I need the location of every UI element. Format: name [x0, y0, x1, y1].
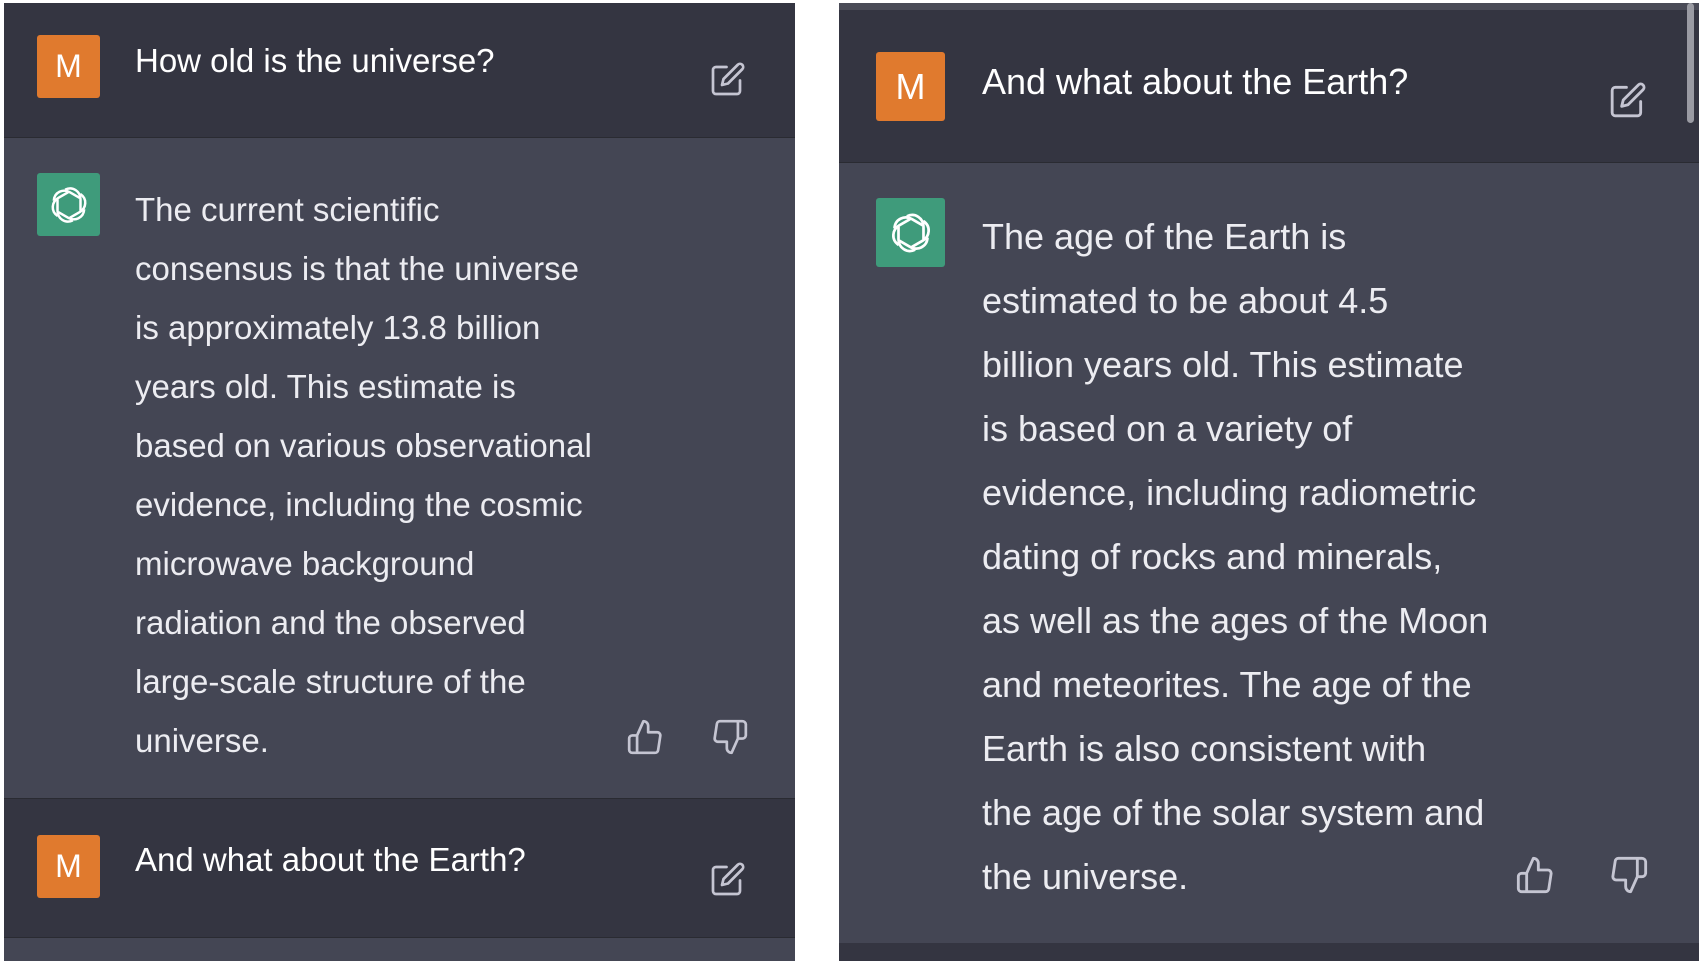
user-message: M And what about the Earth?	[839, 10, 1699, 163]
user-avatar: M	[37, 35, 100, 98]
next-user-message-edge	[839, 943, 1699, 961]
chat-panel-left: M How old is the universe? The current s…	[4, 3, 795, 961]
thumbs-down-icon[interactable]	[1609, 855, 1649, 895]
assistant-message: The age of the Earth is estimated to be …	[839, 163, 1699, 943]
user-message-text: And what about the Earth?	[135, 841, 526, 878]
user-message: M How old is the universe?	[4, 3, 795, 138]
assistant-message: The current scientific consensus is that…	[4, 138, 795, 798]
user-message: M And what about the Earth?	[4, 798, 795, 938]
divider	[839, 3, 1699, 10]
assistant-message-text: The age of the Earth is estimated to be …	[982, 216, 1489, 897]
edit-icon[interactable]	[710, 861, 746, 897]
scrollbar[interactable]	[1687, 3, 1694, 123]
user-avatar: M	[37, 835, 100, 898]
user-message-text: And what about the Earth?	[982, 61, 1409, 102]
thumbs-down-icon[interactable]	[711, 718, 749, 756]
user-message-text: How old is the universe?	[135, 42, 495, 79]
openai-logo-icon	[37, 173, 100, 236]
thumbs-up-icon[interactable]	[1515, 855, 1555, 895]
edit-icon[interactable]	[1609, 81, 1647, 119]
assistant-message-text: The current scientific consensus is that…	[135, 191, 592, 759]
user-avatar: M	[876, 52, 945, 121]
openai-logo-icon	[876, 198, 945, 267]
chat-panel-right: M And what about the Earth? The age of t…	[839, 3, 1699, 961]
thumbs-up-icon[interactable]	[626, 718, 664, 756]
edit-icon[interactable]	[710, 61, 746, 97]
